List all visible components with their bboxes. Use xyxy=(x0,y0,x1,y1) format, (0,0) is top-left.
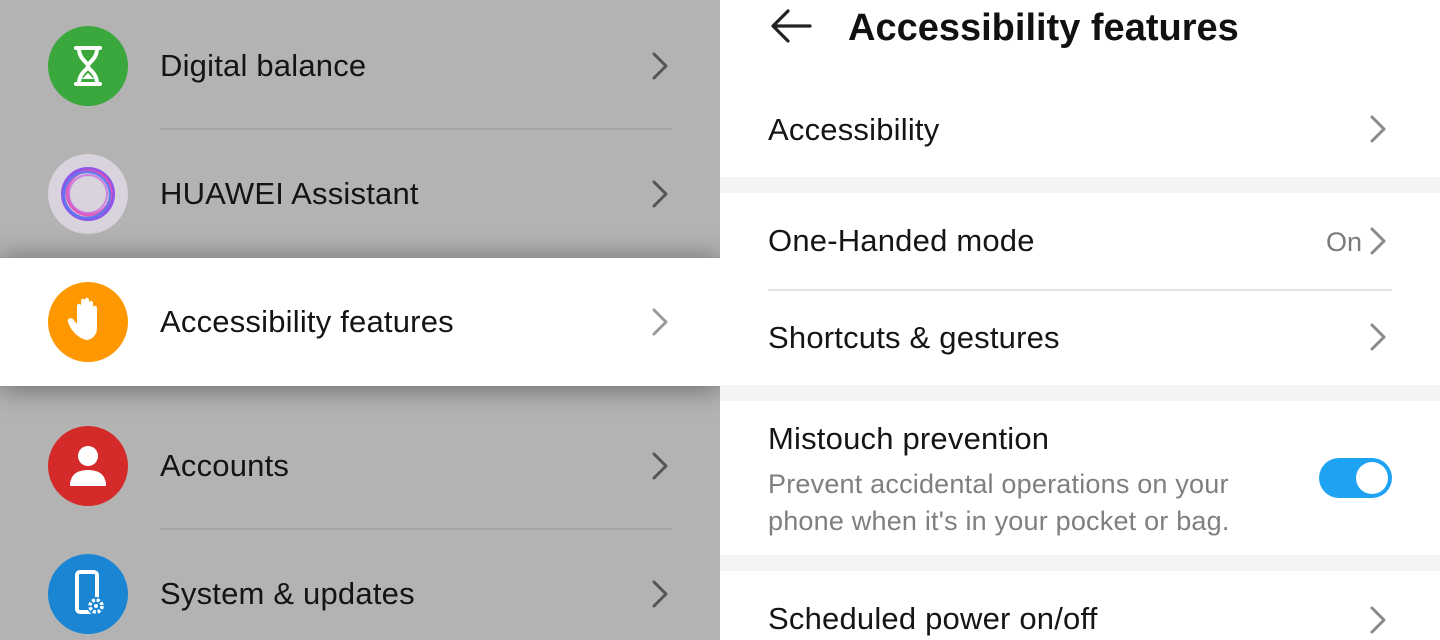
setting-label: Scheduled power on/off xyxy=(768,601,1098,636)
setting-shortcuts-gestures[interactable]: Shortcuts & gestures xyxy=(720,291,1440,385)
chevron-right-icon xyxy=(652,308,668,336)
settings-item-label: Accessibility features xyxy=(160,304,454,339)
chevron-right-icon xyxy=(1370,323,1386,351)
settings-card: One-Handed mode On Shortcuts & gestures xyxy=(720,193,1440,385)
setting-one-handed-mode[interactable]: One-Handed mode On xyxy=(720,193,1440,289)
settings-card: Accessibility features Accessibility xyxy=(720,0,1440,177)
person-icon xyxy=(48,426,128,506)
assistant-ring-icon xyxy=(48,154,128,234)
hourglass-icon xyxy=(48,26,128,106)
description-line: Prevent accidental operations on your xyxy=(768,469,1229,499)
settings-item-label: Digital balance xyxy=(160,48,367,83)
page-title: Accessibility features xyxy=(848,7,1239,49)
accessibility-features-pane: Accessibility features Accessibility One… xyxy=(720,0,1440,640)
settings-item-digital-balance[interactable]: Digital balance xyxy=(0,2,720,130)
settings-item-label: HUAWEI Assistant xyxy=(160,176,419,211)
phone-gear-icon xyxy=(48,554,128,634)
chevron-right-icon xyxy=(652,580,668,608)
setting-label: Shortcuts & gestures xyxy=(768,320,1060,355)
chevron-right-icon xyxy=(1370,606,1386,634)
chevron-right-icon xyxy=(652,180,668,208)
settings-item-accounts[interactable]: Accounts xyxy=(0,402,720,530)
description-line: phone when it's in your pocket or bag. xyxy=(768,506,1230,536)
setting-scheduled-power[interactable]: Scheduled power on/off xyxy=(720,571,1440,640)
chevron-right-icon xyxy=(652,52,668,80)
chevron-right-icon xyxy=(1370,115,1386,143)
setting-accessibility[interactable]: Accessibility xyxy=(720,82,1440,177)
setting-label: Mistouch prevention xyxy=(768,421,1050,456)
setting-label: Accessibility xyxy=(768,112,940,147)
chevron-right-icon xyxy=(652,452,668,480)
settings-item-huawei-assistant[interactable]: HUAWEI Assistant xyxy=(0,130,720,258)
mistouch-toggle[interactable] xyxy=(1319,458,1392,498)
hand-icon xyxy=(48,282,128,362)
settings-item-label: Accounts xyxy=(160,448,290,483)
toggle-knob xyxy=(1356,462,1388,494)
setting-description: Prevent accidental operations on your ph… xyxy=(768,466,1288,540)
settings-list-pane: Digital balance HUAWEI Assistant Accessi… xyxy=(0,0,720,640)
settings-item-label: System & updates xyxy=(160,576,415,611)
chevron-right-icon xyxy=(1370,227,1386,255)
settings-item-accessibility-features[interactable]: Accessibility features xyxy=(0,258,720,386)
back-arrow-icon[interactable] xyxy=(768,6,812,46)
status-value: On xyxy=(1326,227,1363,257)
setting-label: One-Handed mode xyxy=(768,223,1035,258)
settings-item-system-updates[interactable]: System & updates xyxy=(0,530,720,640)
